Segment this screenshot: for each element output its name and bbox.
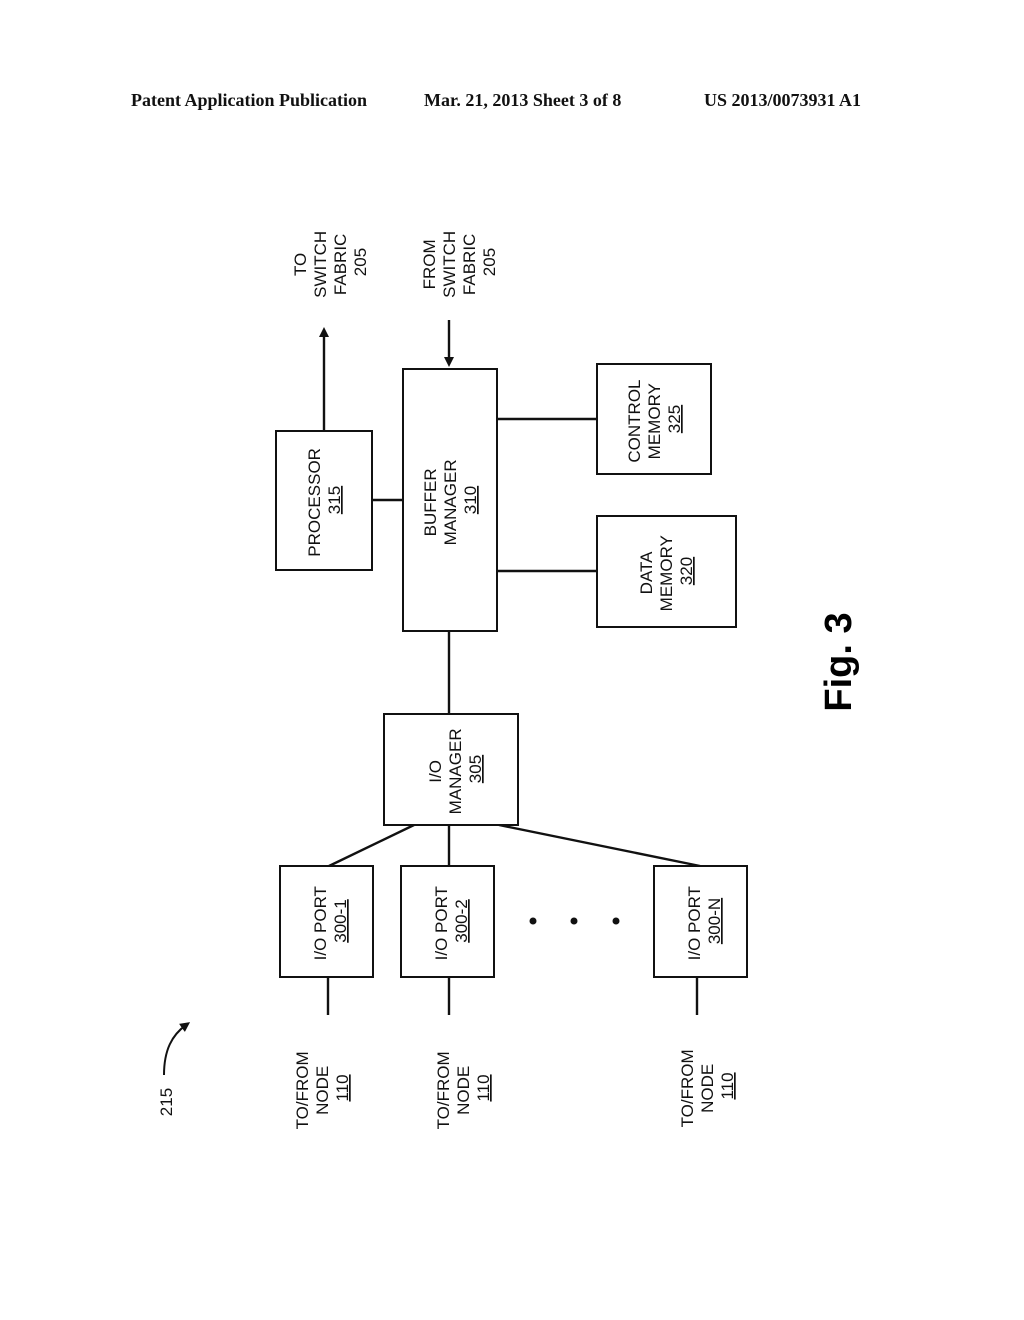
control-memory-block: CONTROL MEMORY 325 [596, 363, 712, 475]
buffer-manager-ref: 310 [461, 486, 480, 514]
processor-block: PROCESSOR 315 [275, 430, 373, 571]
control-memory-ref: 325 [665, 405, 684, 433]
io-port-N-ref: 300-N [705, 898, 724, 944]
figure-3-diagram: PROCESSOR 315 BUFFER MANAGER 310 CONTROL… [157, 226, 860, 1130]
control-memory-label-1: CONTROL [625, 380, 644, 463]
data-memory-ref: 320 [677, 557, 696, 585]
io-manager-port1-link [328, 823, 415, 868]
data-memory-label-1: DATA [637, 551, 656, 594]
io-port-2-label: I/O PORT [432, 886, 451, 960]
ellipsis-dot [529, 917, 537, 925]
io-port-2-ref: 300-2 [452, 899, 471, 942]
buffer-manager-label-2: MANAGER [441, 459, 460, 545]
data-memory-label-2: MEMORY [657, 535, 676, 611]
figure-caption: Fig. 3 [818, 612, 860, 711]
node-label-N: TO/FROM NODE 110 [678, 1045, 737, 1128]
figure-reference-label: 215 [157, 1088, 176, 1116]
buffer-manager-label-1: BUFFER [421, 468, 440, 536]
node-label-2: TO/FROM NODE 110 [434, 1047, 493, 1130]
io-manager-ref: 305 [466, 755, 485, 783]
ellipsis-dot [612, 917, 620, 925]
io-manager-block: I/O MANAGER 305 [383, 713, 519, 826]
buffer-manager-block: BUFFER MANAGER 310 [402, 368, 498, 632]
io-manager-portN-link [498, 823, 701, 868]
io-port-1-label: I/O PORT [311, 886, 330, 960]
from-switch-fabric-label: FROM SWITCH FABRIC 205 [420, 226, 499, 298]
processor-label: PROCESSOR [305, 448, 324, 557]
data-memory-block: DATA MEMORY 320 [596, 515, 737, 628]
ellipsis-dot [570, 917, 578, 925]
io-manager-label-1: I/O [426, 760, 445, 783]
io-port-N-label: I/O PORT [685, 886, 704, 960]
io-port-2-block: I/O PORT 300-2 [400, 865, 495, 978]
to-switch-fabric-label: TO SWITCH FABRIC 205 [291, 226, 370, 298]
processor-ref: 315 [325, 486, 344, 514]
io-manager-label-2: MANAGER [446, 728, 465, 814]
node-label-1: TO/FROM NODE 110 [293, 1047, 352, 1130]
control-memory-label-2: MEMORY [645, 383, 664, 459]
io-port-1-ref: 300-1 [331, 899, 350, 942]
io-port-1-block: I/O PORT 300-1 [279, 865, 374, 978]
io-port-N-block: I/O PORT 300-N [653, 865, 748, 978]
reference-curved-arrow [163, 1022, 191, 1076]
